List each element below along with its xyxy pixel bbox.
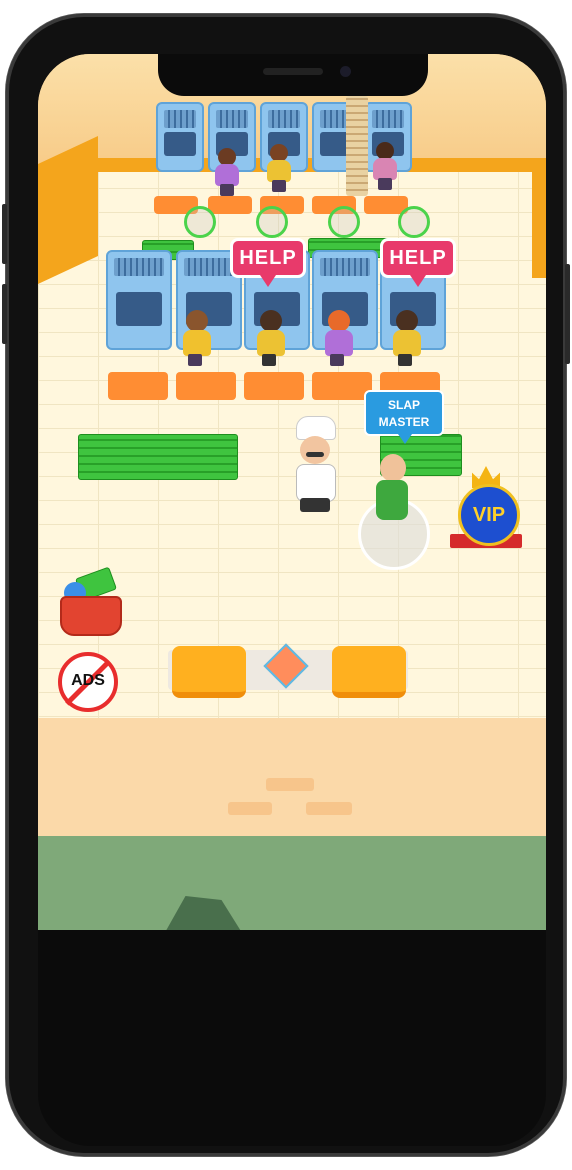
customer-mat bbox=[208, 196, 252, 214]
pizza-stack bbox=[346, 96, 368, 196]
no-ads-icon[interactable]: ADS bbox=[58, 652, 118, 712]
customer-mat bbox=[312, 372, 372, 400]
customer bbox=[256, 310, 286, 366]
customer bbox=[324, 310, 354, 366]
vip-label: VIP bbox=[458, 484, 520, 546]
notch bbox=[158, 54, 428, 96]
slap-master-head bbox=[380, 454, 406, 482]
seat bbox=[172, 646, 246, 698]
slap-master-body bbox=[376, 480, 408, 520]
customer bbox=[372, 142, 398, 190]
cash-stack[interactable] bbox=[78, 434, 238, 480]
cash-basket-icon[interactable] bbox=[58, 566, 122, 638]
customer-mat bbox=[176, 372, 236, 400]
service-spot bbox=[328, 206, 360, 238]
front-counter bbox=[38, 718, 546, 836]
customer bbox=[266, 144, 292, 192]
oven bbox=[156, 102, 204, 172]
grass-area bbox=[38, 836, 546, 930]
no-ads-label: ADS bbox=[71, 672, 105, 689]
service-spot bbox=[184, 206, 216, 238]
oven bbox=[106, 250, 172, 350]
game-scene[interactable]: HELP HELP SLAP MASTER VIP ADS bbox=[38, 54, 546, 930]
phone-frame: HELP HELP SLAP MASTER VIP ADS bbox=[2, 14, 570, 1156]
help-bubble[interactable]: HELP bbox=[380, 238, 456, 287]
slap-master-label: SLAP MASTER bbox=[364, 390, 444, 444]
phone-screen: HELP HELP SLAP MASTER VIP ADS bbox=[38, 54, 546, 1146]
customer bbox=[392, 310, 422, 366]
customer-mat bbox=[108, 372, 168, 400]
seat bbox=[332, 646, 406, 698]
chef-player[interactable] bbox=[290, 416, 340, 516]
customer bbox=[214, 148, 240, 196]
service-spot bbox=[398, 206, 430, 238]
customer bbox=[182, 310, 212, 366]
slap-master-line1: SLAP bbox=[387, 398, 420, 412]
slap-master-line2: MASTER bbox=[378, 415, 430, 429]
help-bubble[interactable]: HELP bbox=[230, 238, 306, 287]
vip-button[interactable]: VIP bbox=[450, 466, 522, 556]
service-spot bbox=[256, 206, 288, 238]
customer-mat bbox=[244, 372, 304, 400]
